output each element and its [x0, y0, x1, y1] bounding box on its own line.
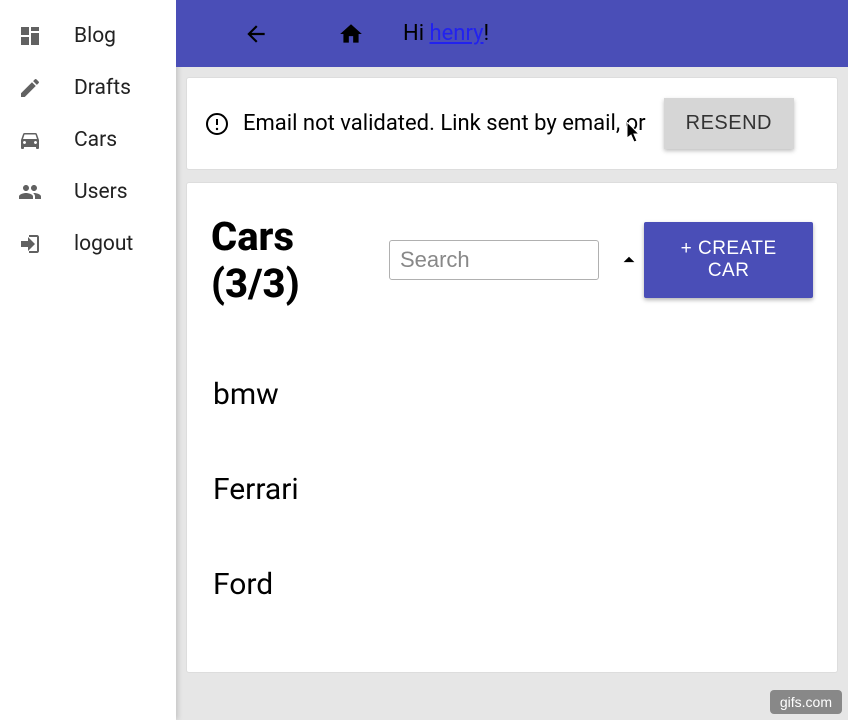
sidebar-item-blog[interactable]: Blog	[0, 10, 176, 62]
home-button[interactable]	[331, 14, 371, 54]
greeting: Hi henry!	[403, 21, 489, 46]
content-area: Hi henry! Email not validated. Link sent…	[176, 0, 848, 720]
arrow-left-icon	[243, 21, 269, 47]
pencil-icon	[18, 76, 42, 100]
sidebar-item-drafts[interactable]: Drafts	[0, 62, 176, 114]
topbar: Hi henry!	[176, 0, 848, 67]
alert-text: Email not validated. Link sent by email,…	[243, 111, 646, 136]
greeting-pre: Hi	[403, 21, 430, 46]
list-item[interactable]: Ford	[211, 537, 813, 632]
email-validation-alert: Email not validated. Link sent by email,…	[186, 77, 838, 170]
sidebar: Blog Drafts Cars Users logout	[0, 0, 176, 720]
layout-icon	[18, 24, 42, 48]
sidebar-item-logout[interactable]: logout	[0, 218, 176, 270]
collapse-button[interactable]	[613, 242, 644, 278]
list-item[interactable]: bmw	[211, 347, 813, 442]
car-list: bmw Ferrari Ford	[211, 347, 813, 632]
sidebar-item-users[interactable]: Users	[0, 166, 176, 218]
home-icon	[338, 21, 364, 47]
exit-icon	[18, 232, 42, 256]
alert-icon	[205, 112, 229, 136]
list-item[interactable]: Ferrari	[211, 442, 813, 537]
back-button[interactable]	[236, 14, 276, 54]
search-input[interactable]	[389, 240, 599, 280]
create-car-button[interactable]: + CREATE CAR	[644, 222, 813, 298]
sidebar-item-label: Drafts	[74, 76, 131, 100]
main-card: Cars (3/3) + CREATE CAR bmw Ferrari Ford	[186, 182, 838, 673]
chevron-up-icon	[616, 247, 642, 273]
username-link[interactable]: henry	[430, 21, 484, 46]
page-title: Cars (3/3)	[211, 213, 369, 307]
sidebar-item-label: Users	[74, 180, 128, 204]
greeting-post: !	[484, 21, 490, 46]
watermark: gifs.com	[770, 690, 842, 714]
sidebar-item-cars[interactable]: Cars	[0, 114, 176, 166]
car-icon	[18, 128, 42, 152]
sidebar-item-label: logout	[74, 232, 133, 256]
header-row: Cars (3/3) + CREATE CAR	[211, 213, 813, 307]
sidebar-item-label: Blog	[74, 24, 116, 48]
resend-button[interactable]: RESEND	[664, 98, 794, 149]
people-icon	[18, 180, 42, 204]
sidebar-item-label: Cars	[74, 128, 117, 152]
